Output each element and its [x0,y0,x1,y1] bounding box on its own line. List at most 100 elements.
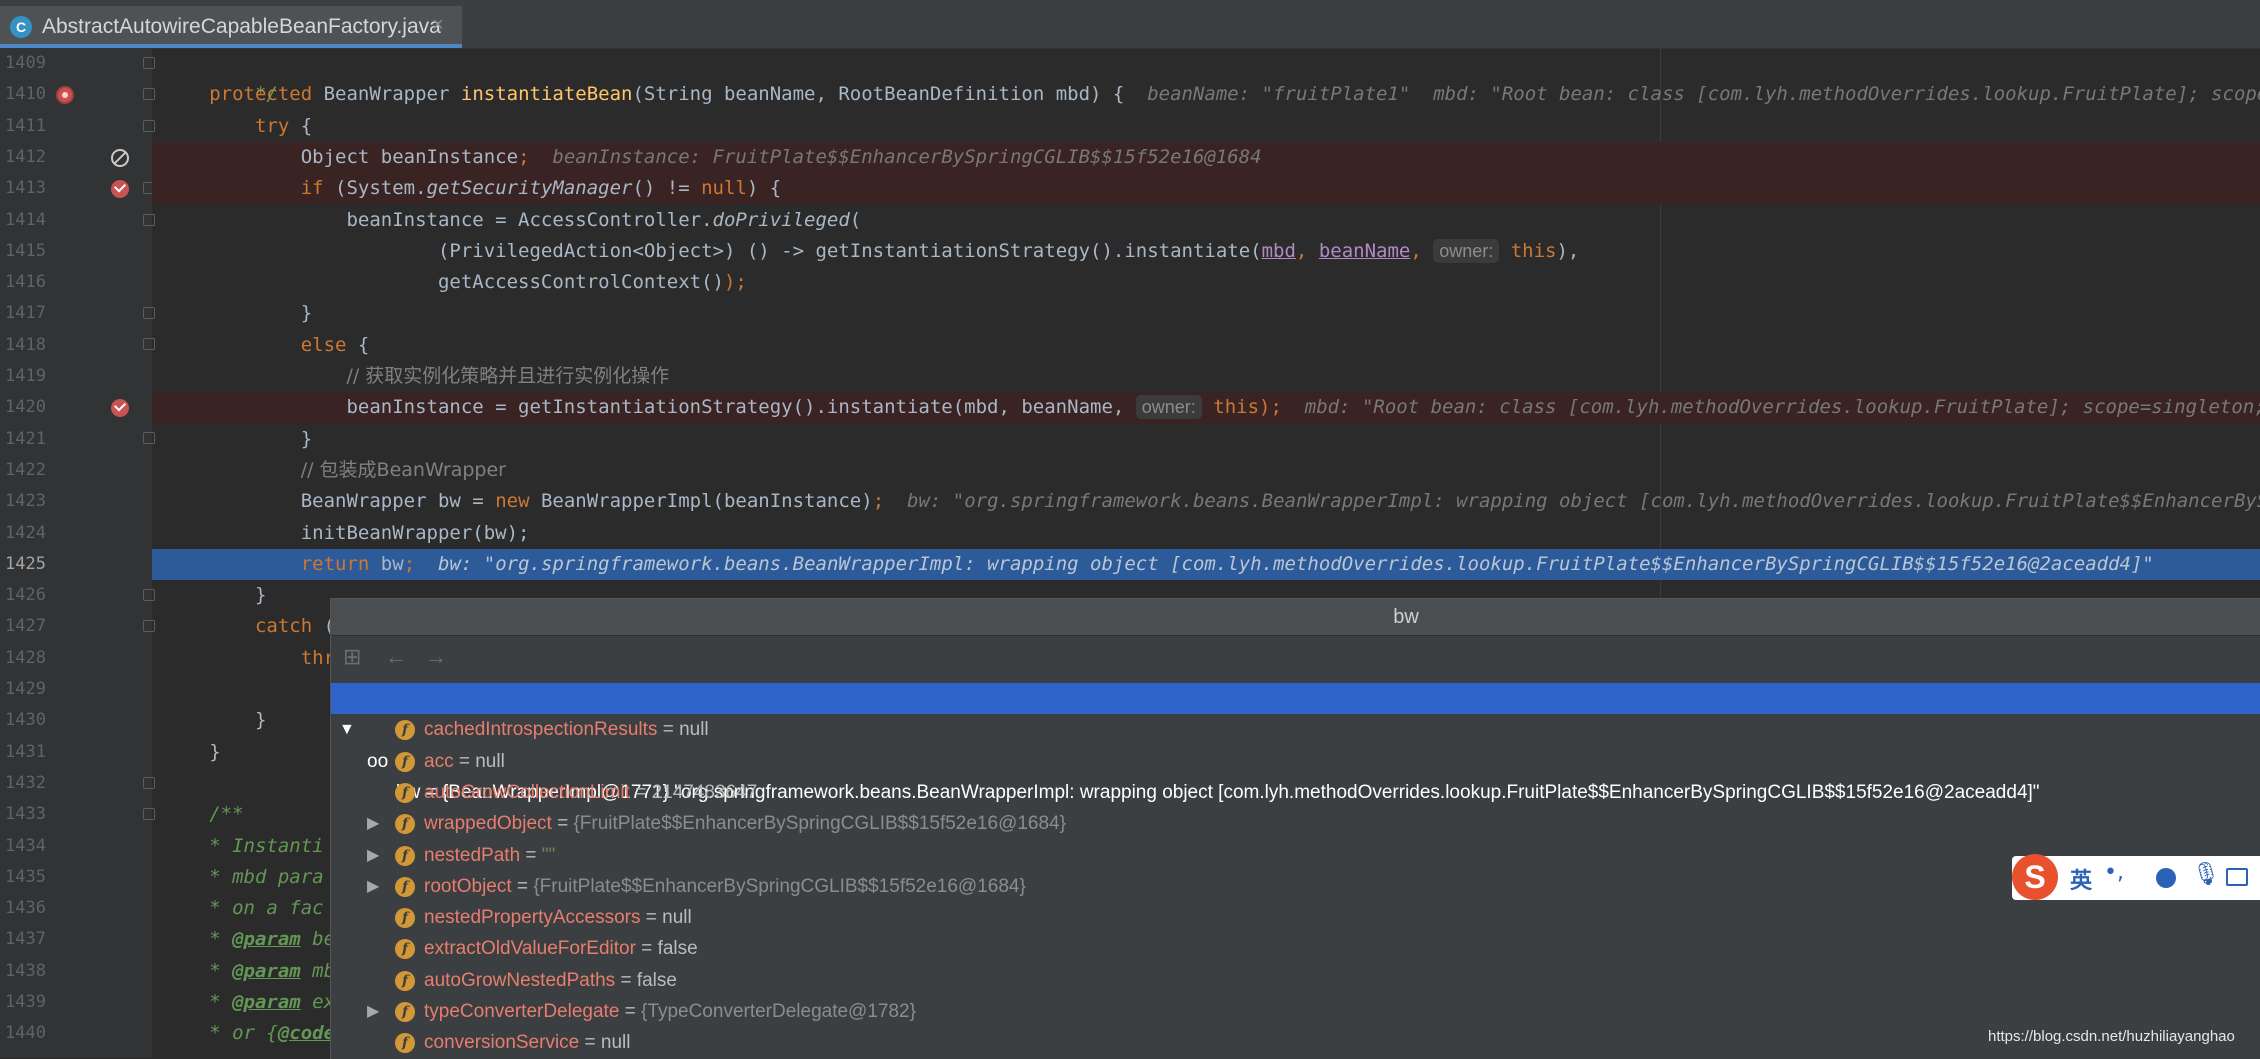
navigate-icon[interactable]: ⊞ [343,644,361,670]
line-number: 1423 [5,491,46,512]
code-line-1419: // 获取实例化策略并且进行实例化操作 [346,365,670,387]
popup-title-bar[interactable]: bw [331,599,2260,636]
watermark-url: https://blog.csdn.net/huzhiliayanghao [1988,1028,2235,1045]
code-line-1417: } [300,302,313,325]
forward-arrow-icon[interactable]: → [425,644,447,670]
line-number: 1419 [5,366,46,386]
expand-arrow-icon[interactable]: ▶ [367,996,381,1027]
tree-field-row[interactable]: f extractOldValueForEditor = false [331,933,2260,964]
tree-field-row[interactable]: f cachedIntrospectionResults = null [331,714,2260,745]
field-icon: f [395,876,415,897]
line-number: 1430 [5,710,46,731]
ime-toolbar[interactable]: S 英 •, 🎙 [2012,854,2260,900]
code-line-1412: Object beanInstance; beanInstance: Fruit… [152,141,2260,174]
line-number: 1439 [5,992,46,1012]
field-icon: f [395,1002,415,1022]
field-name: nestedPath [424,844,521,866]
line-number: 1424 [5,522,46,543]
field-icon: f [395,814,415,835]
breakpoint-icon[interactable] [111,399,129,417]
line-number: 1429 [5,679,46,699]
inline-debug-value: mbd: "Root bean: class [com.lyh.methodOv… [1281,396,2260,419]
muted-breakpoint-icon[interactable] [111,149,129,167]
code-line-1424: initBeanWrapper(bw); [300,521,530,544]
field-equals: = [619,1001,642,1022]
field-value: null [679,719,709,741]
expand-arrow-icon[interactable]: ▶ [367,871,381,902]
field-equals: = [579,1032,601,1054]
ime-punctuation-toggle[interactable]: •, [2104,860,2124,885]
keyboard-icon[interactable] [2226,868,2248,886]
line-number: 1437 [5,929,46,950]
tree-root-bw[interactable]: ▼ oo bw = {BeanWrapperImpl@1771} "org.sp… [331,683,2260,803]
field-value: 2147483647 [651,781,758,803]
tab-abstract-autowire-capable-bean-factory[interactable]: C AbstractAutowireCapableBeanFactory.jav… [0,6,462,48]
line-number: 1422 [5,459,46,480]
code-line-1411: try { [254,114,313,137]
line-number: 1414 [5,209,46,230]
editor-tab-bar: C AbstractAutowireCapableBeanFactory.jav… [0,0,2260,49]
field-value: "" [541,844,556,866]
tree-field-row[interactable]: f acc = null [331,746,2260,777]
close-icon[interactable]: × [432,14,444,37]
field-icon: f [395,845,415,866]
code-line-1422: // 包装成BeanWrapper [300,458,506,481]
variable-inspector-popup[interactable]: bw ⊞ ← → ▼ oo bw = {BeanWrapperImpl@1771… [330,598,2260,1059]
tree-field-row[interactable]: f conversionService = null [331,1027,2260,1058]
line-number-current: 1425 [5,553,46,574]
line-number: 1416 [5,272,46,293]
field-value: false [636,969,677,991]
line-number: 1412 [5,146,46,167]
tree-field-row[interactable]: f autoGrowCollectionLimit = 2147483647 [331,777,2260,808]
tree-field-row[interactable]: ▶ f rootObject = {FruitPlate$$EnhancerBySp… [331,871,2260,902]
sogou-logo-icon[interactable]: S [2012,854,2058,900]
tree-field-row[interactable]: f nestedPropertyAccessors = null [331,902,2260,933]
back-arrow-icon[interactable]: ← [385,644,407,670]
inline-debug-value: bw: "org.springframework.beans.BeanWrapp… [884,490,2260,513]
field-equals: = [657,719,680,741]
field-name: typeConverterDelegate [424,1001,620,1022]
field-value: {TypeConverterDelegate@1782} [641,1001,916,1022]
line-number: 1415 [5,240,46,261]
ime-language-toggle[interactable]: 英 [2070,863,2092,895]
tree-field-row[interactable]: f autoGrowNestedPaths = false [331,965,2260,996]
method-breakpoint-icon[interactable] [56,86,74,104]
field-value: {FruitPlate$$EnhancerBySpringCGLIB$$15f5… [573,813,1066,835]
field-equals: = [615,969,637,991]
code-line-1425-current-execution: return bw; bw: "org.springframework.bean… [152,548,2260,581]
tree-field-row[interactable]: ▶ f nestedPath = "" [331,840,2260,871]
field-equals: = [629,781,652,803]
line-number: 1421 [5,428,46,449]
java-class-icon: C [10,16,32,38]
expand-arrow-icon[interactable]: ▶ [367,840,381,871]
field-value: {FruitPlate$$EnhancerBySpringCGLIB$$15f5… [533,875,1026,897]
field-icon: f [395,782,415,803]
line-number: 1432 [5,772,46,793]
line-number: 1431 [5,741,46,762]
field-name: acc [424,750,454,772]
field-value: false [657,938,698,960]
field-equals: = [453,750,476,772]
line-number-gutter[interactable]: 1409 1410 1411 1412 1413 1414 1415 1416 … [0,48,155,1058]
breakpoint-icon[interactable] [111,180,129,198]
field-value: null [662,907,692,929]
emoji-icon[interactable] [2156,868,2176,888]
line-number: 1435 [5,866,46,887]
tree-field-row[interactable]: ▶ f wrappedObject = {FruitPlate$$EnhancerB… [331,808,2260,839]
microphone-icon[interactable]: 🎙 [2192,862,2220,887]
code-line-1421: } [300,427,313,450]
field-equals: = [551,813,574,835]
line-number: 1418 [5,334,46,355]
field-name: wrappedObject [424,813,552,835]
field-icon: f [395,751,415,772]
parameter-hint: owner: [1135,395,1202,420]
field-name: cachedIntrospectionResults [424,719,658,741]
tree-field-row[interactable]: ▶ f typeConverterDelegate = {TypeConverter… [331,996,2260,1027]
field-name: conversionService [424,1032,580,1054]
expand-arrow-icon[interactable]: ▶ [367,808,381,839]
field-name: autoGrowCollectionLimit [424,781,630,803]
line-number: 1428 [5,647,46,668]
line-number: 1436 [5,898,46,919]
field-equals: = [520,844,542,866]
code-line-1418: else { [300,333,370,356]
